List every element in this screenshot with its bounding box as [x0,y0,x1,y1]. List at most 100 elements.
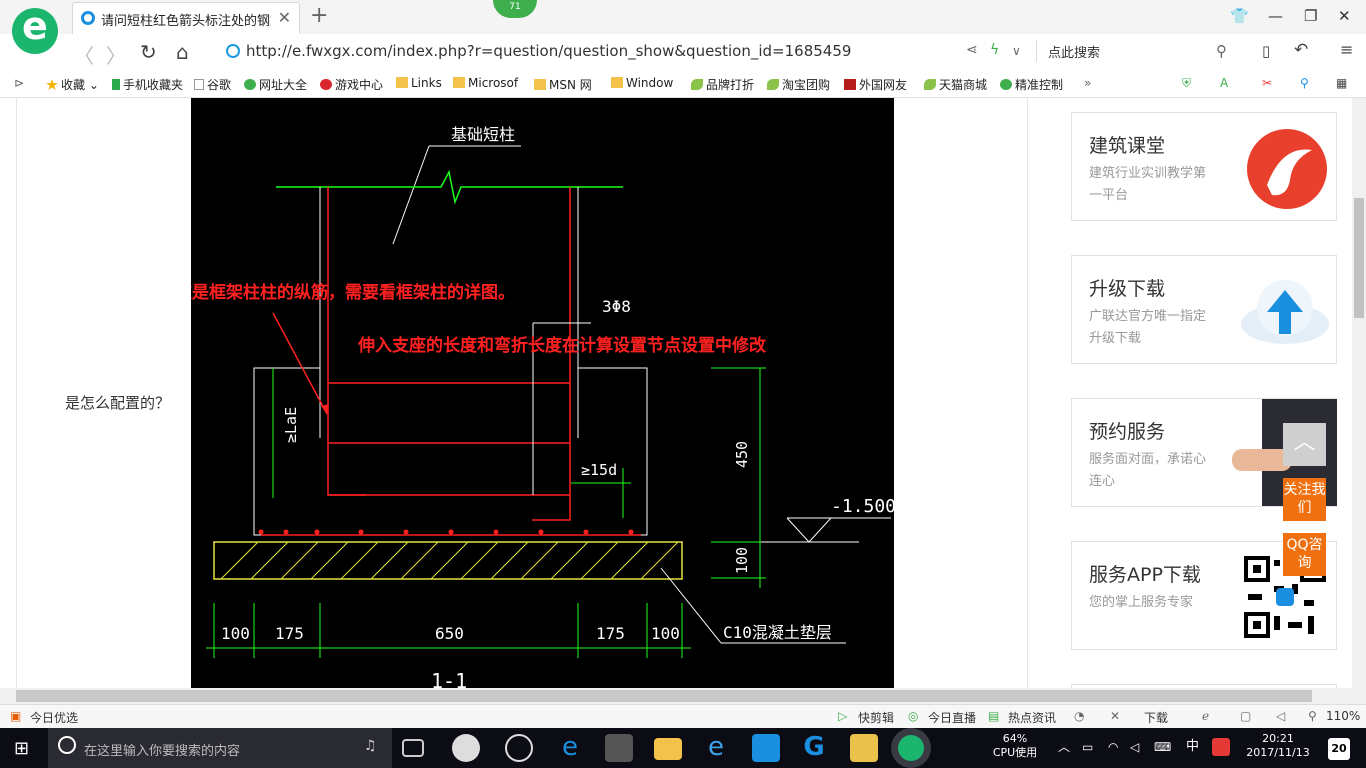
sogou-ime-icon[interactable] [1212,738,1230,756]
home-icon[interactable]: ⌂ [176,40,189,64]
g-app-icon[interactable]: G [800,734,828,762]
status-item[interactable]: 今日直播 [928,709,976,726]
horizontal-scrollbar[interactable] [0,688,1366,704]
bookmark-item[interactable]: MSN 网 [534,76,592,93]
bookmark-item[interactable]: 外国网友 [844,76,907,93]
tray-expand-icon[interactable]: ︿ [1058,740,1070,754]
ie-mode-icon[interactable]: ℯ [1202,709,1209,723]
browser-logo-icon[interactable] [12,4,58,54]
divider [1036,40,1037,62]
card-architecture-class[interactable]: 建筑课堂 建筑行业实训教学第一平台 [1071,112,1337,221]
close-tab-icon[interactable]: ✕ [278,8,291,27]
zoom-level[interactable]: 110% [1326,709,1360,723]
keyboard-icon[interactable]: ⌨ [1154,740,1171,754]
shield-icon[interactable]: ⛨ [1182,76,1191,91]
close-window-icon[interactable]: ✕ [1338,7,1351,25]
more-bookmarks-icon[interactable]: » [1084,76,1091,90]
bookmark-item[interactable]: 手机收藏夹 [112,76,183,93]
news-icon: ▤ [988,709,1000,723]
back-to-top-button[interactable]: ︿ [1283,423,1326,466]
notification-badge[interactable]: 71 [493,0,537,18]
translate-icon[interactable]: A [1220,76,1228,90]
status-item[interactable]: 快剪辑 [858,709,894,726]
menu-icon[interactable]: ≡ [1340,40,1353,59]
lightning-icon[interactable]: ϟ [990,42,999,58]
hatch-pattern [220,541,679,580]
title-bar: 请问短柱红色箭头标注处的钢筋是 ✕ + 71 👕 — ❐ ✕ [0,0,1366,54]
dim-bottom: 175 [275,624,304,643]
bookmark-label: MSN 网 [549,78,592,92]
bookmark-item[interactable]: Microsof [453,76,518,90]
ime-indicator[interactable]: 中 [1186,740,1199,754]
battery-icon[interactable]: ▭ [1082,740,1093,754]
bookmark-item[interactable]: 收藏 ⌄ [46,76,99,93]
refresh-icon[interactable]: ↻ [140,40,157,64]
volume-icon[interactable]: ◁ [1276,709,1285,723]
bookmark-item[interactable]: 网址大全 [244,76,307,93]
speed-icon[interactable]: ◔ [1074,709,1084,723]
browser-taskbar-icon[interactable] [898,735,924,761]
share-icon[interactable]: ⋖ [966,42,978,58]
bookmark-item[interactable]: 游戏中心 [320,76,383,93]
bookmark-item[interactable]: 淘宝团购 [767,76,830,93]
undo-icon[interactable]: ↶ [1294,40,1308,60]
today-picks[interactable]: 今日优选 [30,709,78,726]
tools-icon[interactable]: ✕ [1110,709,1120,723]
shirt-skin-icon[interactable]: 👕 [1230,7,1249,25]
clock[interactable]: 20:21 2017/11/13 [1238,732,1318,760]
url-field[interactable]: http://e.fwxgx.com/index.php?r=question/… [220,38,1032,64]
cpu-meter[interactable]: 64% CPU使用 [990,732,1040,760]
minimize-icon[interactable]: — [1268,7,1283,25]
grid-icon[interactable]: ▦ [1336,76,1347,90]
task-view-icon[interactable] [402,739,424,757]
ie-icon[interactable]: e [702,734,730,762]
tab-active[interactable]: 请问短柱红色箭头标注处的钢筋是 ✕ [72,2,300,34]
search-icon[interactable]: ⚲ [1216,42,1227,60]
status-item[interactable]: 下载 [1144,709,1168,726]
speaker-icon[interactable]: ◁ [1130,740,1139,754]
bookmark-item[interactable]: Links [396,76,442,90]
bookmark-item[interactable]: 谷歌 [194,76,231,93]
pinwheel-app-icon[interactable] [452,734,480,762]
taskbar-search[interactable]: 在这里输入你要搜索的内容 ♫ [48,728,392,768]
zoom-icon[interactable]: ⚲ [1308,709,1317,723]
search-input[interactable]: 点此搜索 [1048,42,1100,61]
spiral-app-icon[interactable] [505,734,533,762]
microphone-icon[interactable]: ♫ [364,738,377,754]
follow-us-button[interactable]: 关注我们 [1283,478,1326,521]
window-icon[interactable]: ▢ [1240,709,1251,723]
bookmark-item[interactable]: 品牌打折 [691,76,754,93]
bookmark-label: Window [626,76,674,90]
edge-icon[interactable]: e [556,734,584,762]
wifi-icon[interactable]: ◠ [1108,740,1118,754]
file-explorer-icon[interactable] [654,738,682,760]
ie-page-icon [81,11,95,25]
status-item[interactable]: 热点资讯 [1008,709,1056,726]
restore-icon[interactable]: ❐ [1304,7,1317,25]
sidebar-toggle-icon[interactable]: ⊳ [14,76,24,90]
chevron-down-icon[interactable]: ∨ [1012,44,1021,58]
scissors-icon[interactable]: ✂ [1262,76,1272,90]
vertical-scrollbar[interactable] [1352,98,1366,688]
new-tab-button[interactable]: + [310,3,328,28]
bookmark-item[interactable]: 天猫商城 [924,76,987,93]
store-icon[interactable] [605,734,633,762]
windows-start-icon[interactable]: ⊞ [14,738,29,759]
phone-icon[interactable]: ▯ [1262,42,1270,60]
forward-icon[interactable]: 〉 [106,40,126,69]
magnifier-icon[interactable]: ⚲ [1300,76,1309,90]
lae-label: ≥LaE [282,407,300,443]
qq-browser-icon[interactable] [752,734,780,762]
notes-app-icon[interactable] [850,734,878,762]
bookmark-item[interactable]: 精准控制 [1000,76,1063,93]
scroll-thumb[interactable] [16,690,1312,702]
card-upgrade-download[interactable]: 升级下载 广联达官方唯一指定升级下载 [1071,255,1337,364]
cad-drawing: 基础短柱 3Φ8 这是框架柱柱的纵筋，需要看框架柱的详图。 伸入支座的长度和弯折… [175,98,896,688]
cloud-upload-icon [1241,280,1329,344]
notification-count[interactable]: 20 [1328,738,1350,760]
back-icon[interactable]: 〈 [74,40,94,69]
clock-time: 20:21 [1262,732,1294,745]
scroll-thumb[interactable] [1354,198,1364,318]
bookmark-item[interactable]: Window [611,76,673,90]
qq-consult-button[interactable]: QQ咨询 [1283,533,1326,576]
